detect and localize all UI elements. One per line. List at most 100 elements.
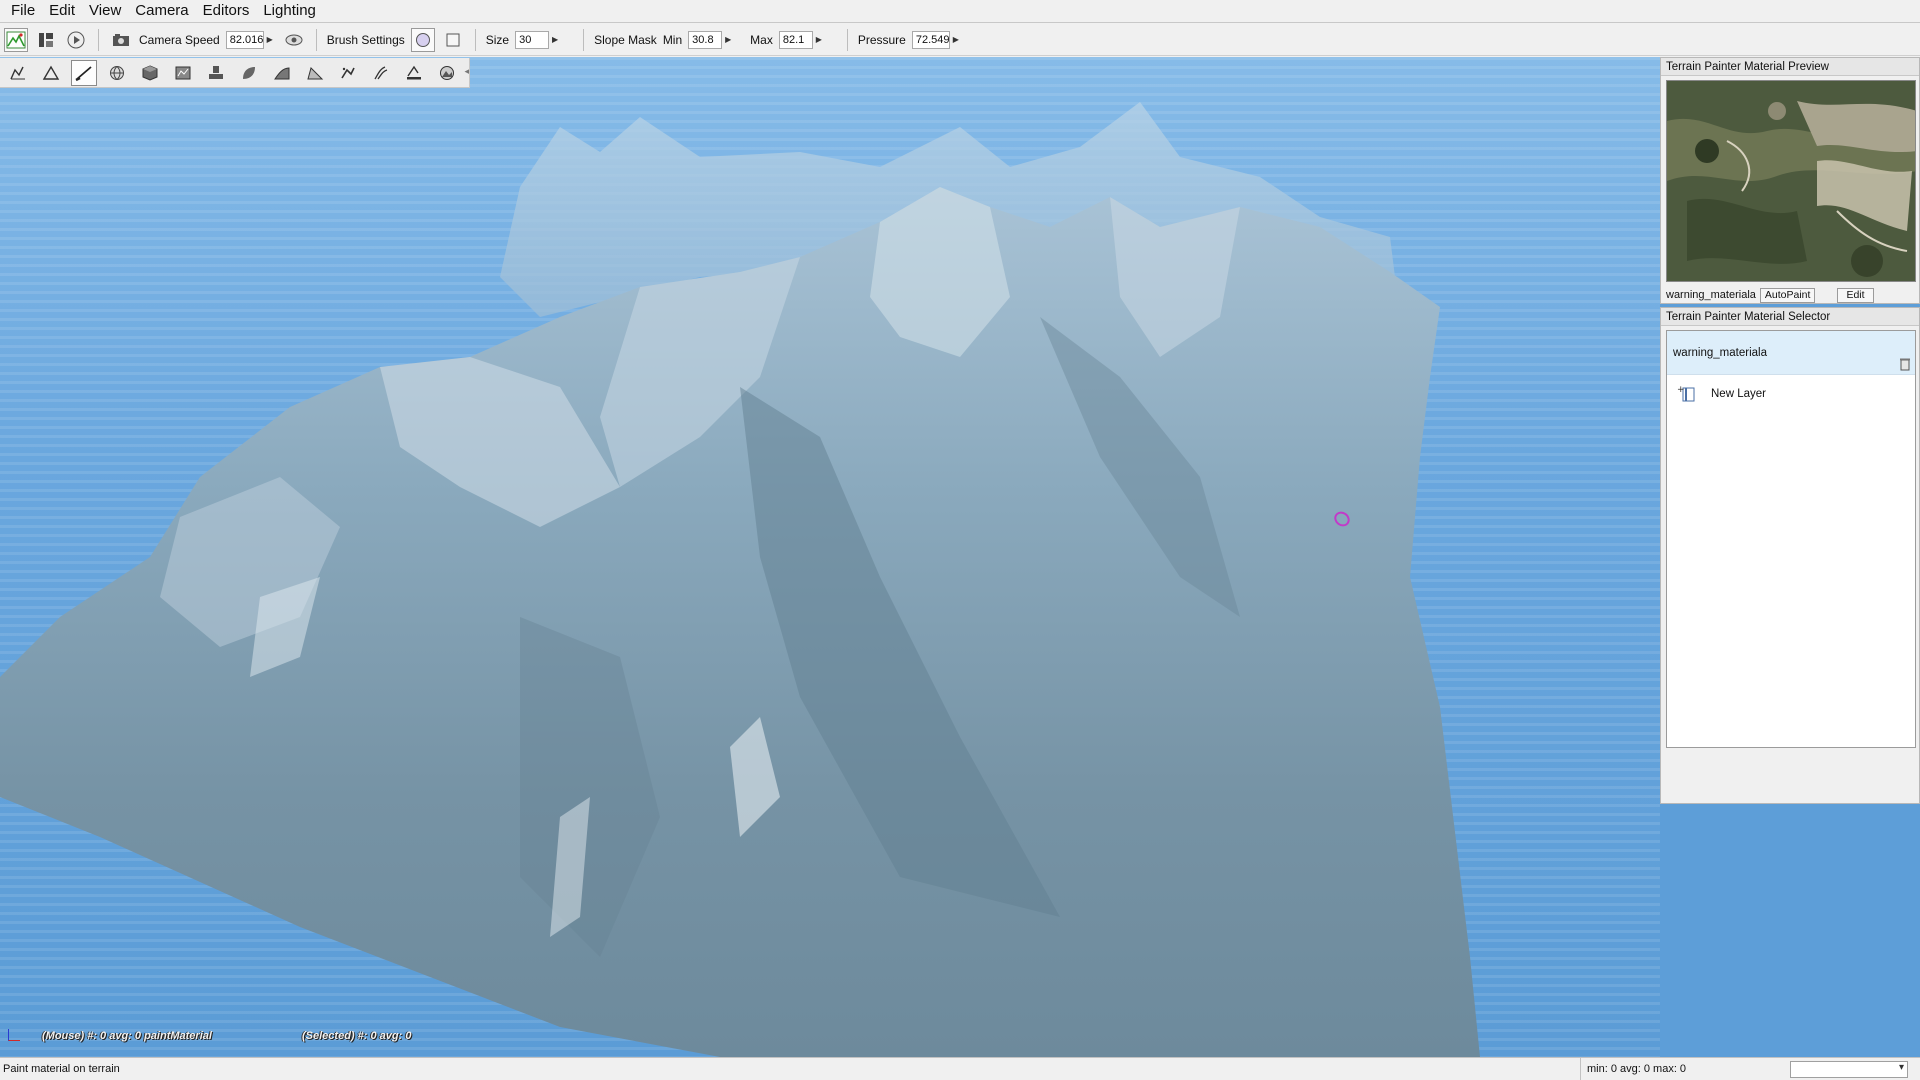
- svg-text:+: +: [1677, 385, 1685, 395]
- min-field[interactable]: 30.8 ▶: [688, 30, 734, 49]
- menu-file[interactable]: File: [4, 0, 42, 22]
- terrain-icon: [6, 31, 26, 48]
- autopaint-button[interactable]: AutoPaint: [1759, 287, 1816, 303]
- camera-speed-input[interactable]: 82.016: [225, 30, 264, 49]
- smooth-icon: [307, 66, 324, 79]
- status-message: Paint material on terrain: [3, 1063, 120, 1075]
- material-list: warning_materiala + New Layer: [1666, 330, 1916, 748]
- menu-editors[interactable]: Editors: [196, 0, 257, 22]
- slope-mask-label: Slope Mask: [594, 32, 657, 47]
- tool-erode[interactable]: [368, 60, 394, 86]
- menu-bar: File Edit View Camera Editors Lighting: [0, 0, 1920, 23]
- size-input[interactable]: 30: [515, 30, 550, 49]
- camera-button[interactable]: [109, 28, 133, 52]
- preview-panel-title: Terrain Painter Material Preview: [1661, 58, 1919, 76]
- material-selector-panel: Terrain Painter Material Selector warnin…: [1660, 307, 1920, 804]
- tool-paint-material[interactable]: [71, 59, 97, 86]
- right-dock: Terrain Painter Material Preview warning…: [1660, 57, 1920, 1057]
- new-layer-label: New Layer: [1711, 388, 1766, 400]
- toolbar-separator: [583, 28, 585, 51]
- terrain-editor-button[interactable]: [4, 27, 28, 52]
- circle-brush-icon: [415, 32, 430, 47]
- ramp-icon: [274, 66, 290, 79]
- min-arrow-icon[interactable]: ▶: [722, 31, 734, 49]
- camera-speed-arrow-icon[interactable]: ▶: [264, 31, 276, 49]
- pressure-label: Pressure: [857, 32, 906, 47]
- stamp-icon: [209, 65, 223, 79]
- scene-icon: [440, 65, 454, 80]
- paint-brush-icon: [75, 65, 92, 81]
- camera-speed-field[interactable]: 82.016 ▶: [225, 30, 276, 49]
- tool-scene[interactable]: [434, 60, 460, 86]
- toolbar-separator: [98, 28, 99, 51]
- erode-icon: [374, 65, 388, 79]
- flatten-icon: [407, 65, 421, 79]
- material-item-name: warning_materiala: [1673, 347, 1767, 359]
- min-input[interactable]: 30.8: [688, 30, 723, 49]
- axis-gizmo: [8, 1029, 20, 1041]
- tool-flatten[interactable]: [401, 60, 427, 86]
- heightmap-icon: [175, 66, 191, 79]
- tool-select[interactable]: [5, 60, 31, 86]
- main-toolbar: Camera Speed 82.016 ▶ Brush Settings Siz…: [0, 24, 1920, 56]
- pressure-input[interactable]: 72.549: [911, 30, 950, 49]
- eye-icon: [285, 34, 303, 45]
- raise-tool-icon: [42, 65, 60, 80]
- tool-stamp[interactable]: [203, 60, 229, 86]
- tool-heightmap[interactable]: [170, 60, 196, 86]
- max-field[interactable]: 82.1 ▶: [778, 30, 825, 49]
- noise-icon: [341, 67, 355, 78]
- tool-raise[interactable]: [38, 60, 64, 86]
- material-list-item[interactable]: warning_materiala: [1667, 331, 1915, 375]
- size-arrow-icon[interactable]: ▶: [549, 31, 561, 49]
- menu-lighting[interactable]: Lighting: [256, 0, 323, 22]
- palette-collapse-icon[interactable]: ◂: [464, 66, 469, 77]
- terrain-viewport[interactable]: (Mouse) #: 0 avg: 0 paintMaterial (Selec…: [0, 57, 1660, 1057]
- material-preview-image: [1666, 80, 1916, 282]
- select-tool-icon: [10, 66, 25, 79]
- edit-material-button[interactable]: Edit: [1837, 287, 1874, 303]
- menu-edit[interactable]: Edit: [42, 0, 82, 22]
- size-field[interactable]: 30 ▶: [515, 30, 561, 49]
- selected-info-text: (Selected) #: 0 avg: 0: [302, 1030, 412, 1042]
- max-arrow-icon[interactable]: ▶: [813, 31, 825, 49]
- menu-view[interactable]: View: [82, 0, 128, 22]
- play-button[interactable]: [64, 28, 88, 52]
- brush-circle-button[interactable]: [410, 27, 435, 52]
- delete-material-icon[interactable]: [1899, 357, 1911, 374]
- tool-noise[interactable]: [335, 60, 361, 86]
- pressure-arrow-icon[interactable]: ▶: [950, 31, 962, 49]
- square-brush-icon: [446, 33, 460, 46]
- preview-material-name: warning_materiala: [1666, 289, 1756, 301]
- toolbar-separator: [846, 28, 848, 51]
- visibility-button[interactable]: [282, 28, 306, 52]
- camera-speed-label: Camera Speed: [139, 32, 220, 47]
- terrain-mesh[interactable]: [0, 57, 1660, 1057]
- panels-icon: [39, 32, 53, 47]
- max-label: Max: [750, 32, 773, 47]
- tool-smooth[interactable]: [302, 60, 328, 86]
- new-layer-button[interactable]: + New Layer: [1667, 375, 1915, 403]
- material-preview-panel: Terrain Painter Material Preview warning…: [1660, 57, 1920, 304]
- globe-icon: [110, 65, 124, 80]
- status-dropdown[interactable]: [1790, 1060, 1908, 1078]
- status-stats: min: 0 avg: 0 max: 0: [1580, 1058, 1788, 1080]
- cube-icon: [142, 64, 158, 81]
- tool-leaf[interactable]: [236, 60, 262, 86]
- brush-settings-label: Brush Settings: [326, 32, 405, 47]
- brush-square-button[interactable]: [441, 28, 465, 52]
- trash-icon: [1900, 358, 1910, 371]
- pressure-field[interactable]: 72.549 ▶: [911, 30, 962, 49]
- max-input[interactable]: 82.1: [778, 30, 813, 49]
- tool-ramp[interactable]: [269, 60, 295, 86]
- tool-globe[interactable]: [104, 60, 130, 86]
- tool-cube[interactable]: [137, 60, 163, 86]
- menu-camera[interactable]: Camera: [128, 0, 195, 22]
- aerial-texture-image: [1667, 81, 1915, 281]
- selector-panel-title: Terrain Painter Material Selector: [1661, 308, 1919, 326]
- toolbar-separator: [315, 28, 317, 51]
- camera-icon: [113, 33, 129, 46]
- leaf-icon: [243, 66, 255, 79]
- toolbar-separator: [474, 28, 476, 51]
- panels-button[interactable]: [34, 28, 58, 52]
